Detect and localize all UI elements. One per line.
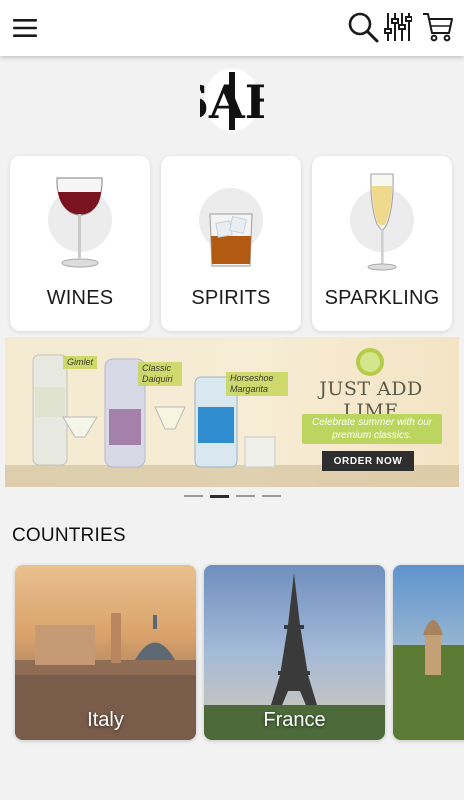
carousel-dot-active[interactable] xyxy=(210,495,229,498)
country-card-france[interactable]: France xyxy=(204,565,385,740)
category-card-wines[interactable]: WINES xyxy=(10,156,150,331)
shopping-cart-icon[interactable] xyxy=(420,10,456,44)
country-card-partial[interactable] xyxy=(393,565,464,740)
banner-subtitle: Celebrate summer with our premium classi… xyxy=(302,414,442,444)
order-now-button[interactable]: ORDER NOW xyxy=(322,451,414,471)
category-label: SPARKLING xyxy=(324,287,440,309)
category-card-spirits[interactable]: SPIRITS xyxy=(161,156,301,331)
whiskey-tumbler-icon xyxy=(209,213,253,267)
top-app-bar xyxy=(0,0,464,56)
cocktail-tag: Horseshoe Margarita xyxy=(226,372,288,396)
carousel-dot[interactable] xyxy=(262,495,281,497)
cocktail-tag: Gimlet xyxy=(63,356,98,369)
champagne-flute-icon xyxy=(367,173,397,271)
brand-logo: SAH xyxy=(176,66,288,134)
category-label: SPIRITS xyxy=(191,287,271,309)
category-card-sparkling[interactable]: SPARKLING xyxy=(312,156,452,331)
country-label: Italy xyxy=(87,709,124,731)
country-card-italy[interactable]: Italy xyxy=(15,565,196,740)
cocktail-tag: Classic Daiquiri xyxy=(138,362,182,386)
red-wine-glass-icon xyxy=(56,177,103,268)
carousel-indicator xyxy=(184,495,281,498)
section-title-countries: COUNTRIES xyxy=(12,525,126,546)
hamburger-menu-icon[interactable] xyxy=(8,12,42,44)
carousel-dot[interactable] xyxy=(184,495,203,497)
country-image-partial xyxy=(393,620,464,740)
search-icon[interactable] xyxy=(346,10,380,44)
country-label: France xyxy=(263,709,326,731)
filter-sliders-icon[interactable] xyxy=(382,10,414,44)
carousel-dot[interactable] xyxy=(236,495,255,497)
category-label: WINES xyxy=(46,287,114,309)
